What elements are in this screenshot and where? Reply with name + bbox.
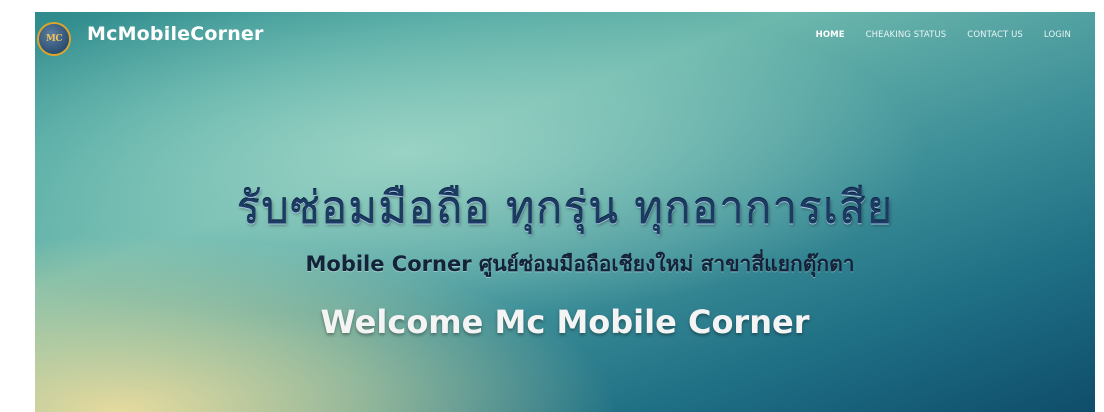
hero-headline: รับซ่อมมือถือ ทุกรุ่น ทุกอาการเสีย xyxy=(236,183,894,234)
brand-name[interactable]: McMobileCorner xyxy=(87,23,264,45)
nav-menu: HOME CHEAKING STATUS CONTACT US LOGIN xyxy=(816,30,1071,40)
nav-item-contact-us[interactable]: CONTACT US xyxy=(967,30,1023,40)
hero-welcome-text: Welcome Mc Mobile Corner xyxy=(320,303,810,341)
logo-icon[interactable]: MC xyxy=(39,24,69,54)
top-navbar: MC McMobileCorner HOME CHEAKING STATUS C… xyxy=(35,12,1095,60)
logo-text: MC xyxy=(45,34,63,44)
hero-subheadline: Mobile Corner ศูนย์ซ่อมมือถือเชียงใหม่ ส… xyxy=(305,252,855,276)
nav-item-home[interactable]: HOME xyxy=(816,30,845,40)
nav-item-checking-status[interactable]: CHEAKING STATUS xyxy=(866,30,947,40)
hero-banner: MC McMobileCorner HOME CHEAKING STATUS C… xyxy=(35,12,1095,412)
nav-item-login[interactable]: LOGIN xyxy=(1044,30,1071,40)
